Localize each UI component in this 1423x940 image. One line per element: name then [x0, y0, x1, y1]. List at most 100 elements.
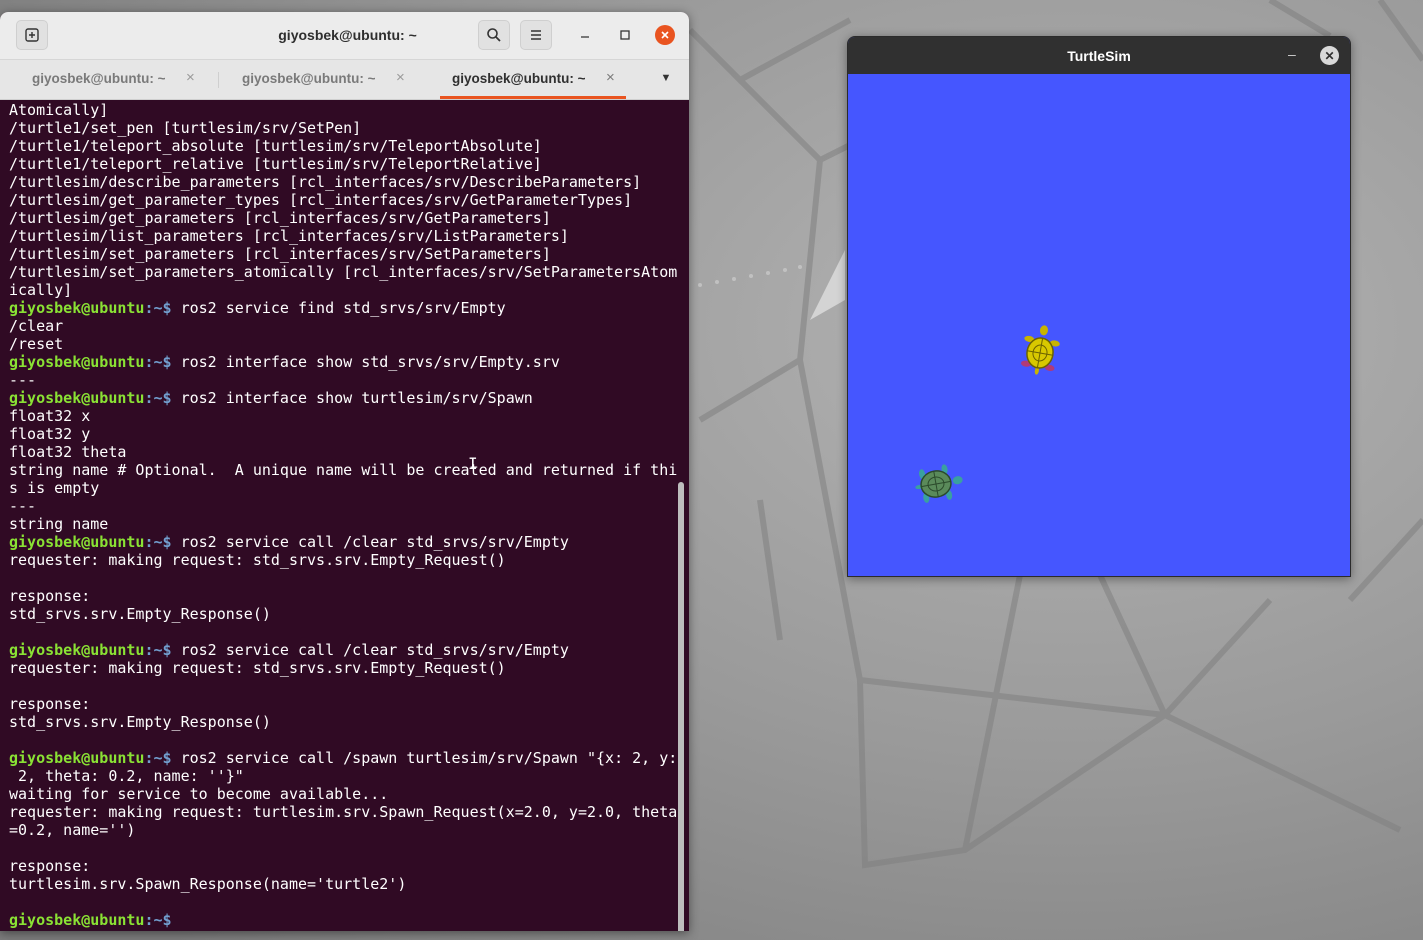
- close-icon: [661, 31, 669, 39]
- tab-2[interactable]: giyosbek@ubuntu: ~ ×: [218, 60, 428, 99]
- minimize-button[interactable]: –: [1288, 46, 1296, 62]
- output-line: /turtlesim/list_parameters [rcl_interfac…: [9, 227, 569, 245]
- output-line: float32 y: [9, 425, 91, 443]
- prompt-user: giyosbek@ubuntu: [9, 389, 145, 407]
- maximize-button[interactable]: [615, 25, 635, 45]
- menu-button[interactable]: [520, 20, 552, 50]
- tab-3-active[interactable]: giyosbek@ubuntu: ~ ×: [428, 60, 638, 99]
- output-line: ---: [9, 371, 37, 389]
- output-line: /turtle1/set_pen [turtlesim/srv/SetPen]: [9, 119, 362, 137]
- new-tab-button[interactable]: [16, 20, 48, 50]
- command-text: ros2 service call /clear std_srvs/srv/Em…: [171, 641, 569, 659]
- output-line: /clear: [9, 317, 64, 335]
- search-button[interactable]: [478, 20, 510, 50]
- canvas-background: [848, 74, 1350, 576]
- prompt-line: giyosbek@ubuntu:~$: [9, 911, 677, 929]
- output-line: requester: making request: turtlesim.srv…: [9, 803, 677, 821]
- output-line: /turtle1/teleport_absolute [turtlesim/sr…: [9, 137, 542, 155]
- output-line: 2, theta: 0.2, name: ''}": [9, 767, 244, 785]
- tab-label: giyosbek@ubuntu: ~: [32, 71, 166, 86]
- output-line: /turtlesim/describe_parameters [rcl_inte…: [9, 173, 642, 191]
- hamburger-menu-icon: [531, 30, 541, 40]
- prompt-path: :~$: [144, 299, 172, 317]
- prompt-user: giyosbek@ubuntu: [9, 911, 145, 929]
- terminal-scrollbar[interactable]: [678, 482, 684, 931]
- command-text: [172, 911, 181, 929]
- prompt-line: giyosbek@ubuntu:~$ ros2 service find std…: [9, 299, 677, 317]
- prompt-path: :~$: [144, 353, 172, 371]
- output-line: =0.2, name=''): [9, 821, 136, 839]
- command-text: ros2 interface show std_srvs/srv/Empty.s…: [171, 353, 560, 371]
- prompt-line: giyosbek@ubuntu:~$ ros2 service call /cl…: [9, 641, 677, 659]
- close-button[interactable]: ✕: [1320, 46, 1339, 65]
- output-line: std_srvs.srv.Empty_Response(): [9, 713, 271, 731]
- output-line: /reset: [9, 335, 64, 353]
- close-button[interactable]: [655, 25, 675, 45]
- turtlesim-title: TurtleSim: [1067, 48, 1131, 64]
- output-line: response:: [9, 857, 91, 875]
- prompt-user: giyosbek@ubuntu: [9, 749, 145, 767]
- prompt-line: giyosbek@ubuntu:~$ ros2 service call /sp…: [9, 749, 677, 767]
- tab-label: giyosbek@ubuntu: ~: [452, 71, 586, 86]
- terminal-window[interactable]: giyosbek@ubuntu: ~ giyosbek@ubuntu: ~ × …: [0, 12, 689, 931]
- output-line: waiting for service to become available.…: [9, 785, 389, 803]
- search-icon: [487, 28, 501, 42]
- prompt-path: :~$: [144, 911, 172, 929]
- prompt-line: giyosbek@ubuntu:~$ ros2 service call /cl…: [9, 533, 677, 551]
- prompt-path: :~$: [144, 533, 172, 551]
- minimize-button[interactable]: [575, 25, 595, 45]
- minimize-icon: –: [1288, 46, 1296, 62]
- command-text: ros2 service call /clear std_srvs/srv/Em…: [171, 533, 569, 551]
- output-line: float32 theta: [9, 443, 127, 461]
- text-cursor-icon: I: [468, 454, 478, 473]
- output-line: ---: [9, 497, 37, 515]
- tab-list-button[interactable]: ▼: [655, 72, 677, 88]
- output-line: ically]: [9, 281, 73, 299]
- turtlesim-window[interactable]: TurtleSim – ✕: [847, 36, 1351, 577]
- command-text: ros2 service call /spawn turtlesim/srv/S…: [171, 749, 677, 767]
- new-tab-icon: [25, 28, 39, 42]
- output-line: string name: [9, 515, 109, 533]
- output-line: requester: making request: std_srvs.srv.…: [9, 551, 506, 569]
- output-line: std_srvs.srv.Empty_Response(): [9, 605, 271, 623]
- command-text: ros2 service find std_srvs/srv/Empty: [171, 299, 506, 317]
- prompt-line: giyosbek@ubuntu:~$ ros2 interface show t…: [9, 389, 677, 407]
- prompt-path: :~$: [144, 749, 172, 767]
- output-line: Atomically]: [9, 101, 109, 119]
- prompt-user: giyosbek@ubuntu: [9, 353, 145, 371]
- tab-close-icon[interactable]: ×: [396, 69, 405, 86]
- prompt-user: giyosbek@ubuntu: [9, 299, 145, 317]
- output-line: s is empty: [9, 479, 100, 497]
- output-line: response:: [9, 695, 91, 713]
- terminal-text: Atomically]/turtle1/set_pen [turtlesim/s…: [9, 101, 677, 929]
- turtlesim-header-bar[interactable]: TurtleSim – ✕: [848, 37, 1350, 74]
- prompt-user: giyosbek@ubuntu: [9, 641, 145, 659]
- command-text: ros2 interface show turtlesim/srv/Spawn: [171, 389, 533, 407]
- tab-close-icon[interactable]: ×: [606, 69, 615, 86]
- prompt-path: :~$: [144, 641, 172, 659]
- terminal-output[interactable]: Atomically]/turtle1/set_pen [turtlesim/s…: [0, 100, 677, 931]
- prompt-path: :~$: [144, 389, 172, 407]
- output-line: /turtle1/teleport_relative [turtlesim/sr…: [9, 155, 542, 173]
- prompt-line: giyosbek@ubuntu:~$ ros2 interface show s…: [9, 353, 677, 371]
- maximize-icon: [620, 30, 630, 40]
- tab-bar: giyosbek@ubuntu: ~ × giyosbek@ubuntu: ~ …: [0, 60, 689, 100]
- minimize-icon: [581, 36, 589, 38]
- terminal-header-bar[interactable]: giyosbek@ubuntu: ~: [0, 12, 689, 60]
- output-line: float32 x: [9, 407, 91, 425]
- turtlesim-canvas: [848, 74, 1350, 576]
- tab-close-icon[interactable]: ×: [186, 69, 195, 86]
- active-tab-indicator: [440, 96, 626, 99]
- output-line: string name # Optional. A unique name wi…: [9, 461, 677, 479]
- window-title: giyosbek@ubuntu: ~: [278, 27, 417, 43]
- chevron-down-icon: ▼: [660, 72, 672, 84]
- output-line: /turtlesim/set_parameters_atomically [rc…: [9, 263, 677, 281]
- output-line: /turtlesim/set_parameters [rcl_interface…: [9, 245, 551, 263]
- tab-1[interactable]: giyosbek@ubuntu: ~ ×: [8, 60, 218, 99]
